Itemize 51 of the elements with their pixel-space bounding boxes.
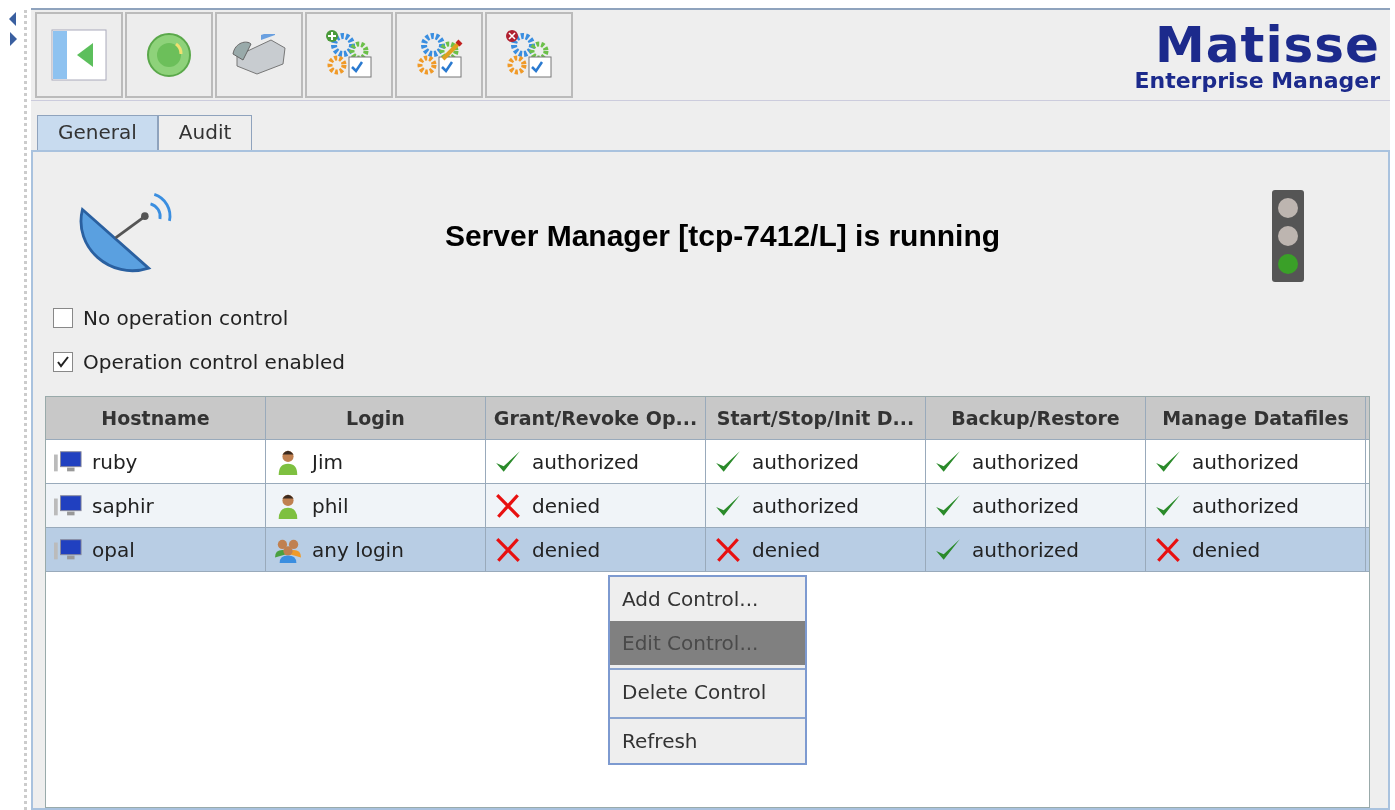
permission-text: authorized	[752, 449, 859, 474]
column-header[interactable]: Grant/Revoke Op...	[486, 397, 706, 439]
permission-text: authorized	[1192, 449, 1299, 474]
toolbar-button[interactable]	[215, 12, 303, 98]
tab[interactable]: Audit	[157, 115, 253, 150]
toolbar-button[interactable]	[305, 12, 393, 98]
column-header[interactable]: Backup/Restore	[926, 397, 1146, 439]
telephone-icon	[231, 34, 287, 76]
checkbox-label: No operation control	[83, 306, 289, 330]
table-row[interactable]: opal any login denied denied authorized denied	[46, 528, 1369, 572]
tab[interactable]: General	[37, 115, 158, 150]
cross-icon	[714, 536, 742, 563]
hostname-text: ruby	[92, 449, 138, 474]
expand-arrow-icon[interactable]	[9, 32, 17, 46]
server-status-title: Server Manager [tcp-7412/L] is running	[443, 219, 1002, 253]
gears-icon	[323, 29, 375, 81]
cross-icon	[1154, 536, 1182, 563]
checkbox-label: Operation control enabled	[83, 350, 346, 374]
refresh-globe-icon	[146, 32, 192, 78]
toolbar-button[interactable]	[125, 12, 213, 98]
table-row[interactable]: saphir phil denied authorized authorized authorized	[46, 484, 1369, 528]
toolbar-button[interactable]	[395, 12, 483, 98]
permission-text: authorized	[972, 537, 1079, 562]
permission-text: authorized	[972, 449, 1079, 474]
permission-text: authorized	[752, 493, 859, 518]
hostname-text: opal	[92, 537, 135, 562]
column-header[interactable]: Hostname	[46, 397, 266, 439]
cross-icon	[494, 492, 522, 519]
login-text: Jim	[312, 449, 343, 474]
cross-icon	[494, 536, 522, 563]
logo-subtitle: Enterprise Manager	[1134, 68, 1380, 94]
checkbox[interactable]	[53, 308, 73, 328]
column-header[interactable]: Manage Datafiles	[1146, 397, 1366, 439]
checkbox[interactable]	[53, 352, 73, 372]
permission-text: denied	[532, 537, 601, 562]
permission-text: denied	[752, 537, 821, 562]
permission-text: denied	[1192, 537, 1261, 562]
permission-text: authorized	[532, 449, 639, 474]
permission-text: denied	[532, 493, 601, 518]
permission-text: authorized	[972, 493, 1079, 518]
column-header[interactable]: Start/Stop/Init D...	[706, 397, 926, 439]
permission-text: authorized	[1192, 493, 1299, 518]
login-text: phil	[312, 493, 349, 518]
logo-title: Matisse	[1155, 22, 1380, 68]
collapse-arrow-icon[interactable]	[9, 12, 17, 26]
column-header[interactable]: Login	[266, 397, 486, 439]
toolbar-button[interactable]	[35, 12, 123, 98]
hostname-text: saphir	[92, 493, 154, 518]
gears-icon	[503, 29, 555, 81]
toolbar-button[interactable]	[485, 12, 573, 98]
login-text: any login	[312, 537, 404, 562]
